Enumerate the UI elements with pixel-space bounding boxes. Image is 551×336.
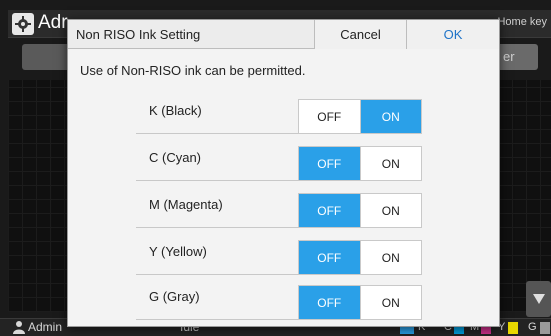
setting-label-black: K (Black) <box>149 103 202 118</box>
user-label: Admin <box>28 320 63 334</box>
setting-label-magenta: M (Magenta) <box>149 197 223 212</box>
gray-off-button[interactable]: OFF <box>299 286 360 319</box>
cancel-button[interactable]: Cancel <box>314 20 406 49</box>
toggle-cyan: OFF ON <box>298 146 422 181</box>
cyan-off-button[interactable]: OFF <box>299 147 360 180</box>
ok-button[interactable]: OK <box>406 20 499 49</box>
home-key-label[interactable]: Home key <box>497 16 547 28</box>
setting-row-cyan: C (Cyan) OFF ON <box>136 137 422 181</box>
yellow-off-button[interactable]: OFF <box>299 241 360 274</box>
yellow-on-button[interactable]: ON <box>359 241 421 274</box>
gray-on-button[interactable]: ON <box>359 286 421 319</box>
background-right-button-label: er <box>503 49 515 64</box>
dialog-description: Use of Non-RISO ink can be permitted. <box>80 63 306 78</box>
non-riso-ink-dialog: Non RISO Ink Setting Cancel OK Use of No… <box>67 19 500 327</box>
setting-label-gray: G (Gray) <box>149 289 200 304</box>
cyan-on-button[interactable]: ON <box>359 147 421 180</box>
setting-row-magenta: M (Magenta) OFF ON <box>136 184 422 228</box>
black-on-button[interactable]: ON <box>359 100 421 133</box>
ink-bar-y <box>508 322 518 334</box>
setting-row-black: K (Black) OFF ON <box>136 90 422 134</box>
dialog-header: Non RISO Ink Setting Cancel OK <box>68 20 499 49</box>
magenta-on-button[interactable]: ON <box>359 194 421 227</box>
setting-label-cyan: C (Cyan) <box>149 150 202 165</box>
black-off-button[interactable]: OFF <box>299 100 360 133</box>
setting-label-yellow: Y (Yellow) <box>149 244 207 259</box>
user-icon <box>13 321 25 334</box>
setting-row-yellow: Y (Yellow) OFF ON <box>136 231 422 275</box>
scroll-down-button[interactable] <box>526 281 551 317</box>
gear-icon[interactable] <box>12 13 34 35</box>
screen-title: Adr <box>38 12 68 33</box>
ink-indicator-g: G <box>528 321 537 333</box>
ink-bar-g <box>540 322 550 334</box>
magenta-off-button[interactable]: OFF <box>299 194 360 227</box>
triangle-down-icon <box>532 294 545 304</box>
toggle-yellow: OFF ON <box>298 240 422 275</box>
toggle-black: OFF ON <box>298 99 422 134</box>
toggle-magenta: OFF ON <box>298 193 422 228</box>
toggle-gray: OFF ON <box>298 285 422 320</box>
setting-row-gray: G (Gray) OFF ON <box>136 276 422 320</box>
dialog-title: Non RISO Ink Setting <box>76 27 201 42</box>
